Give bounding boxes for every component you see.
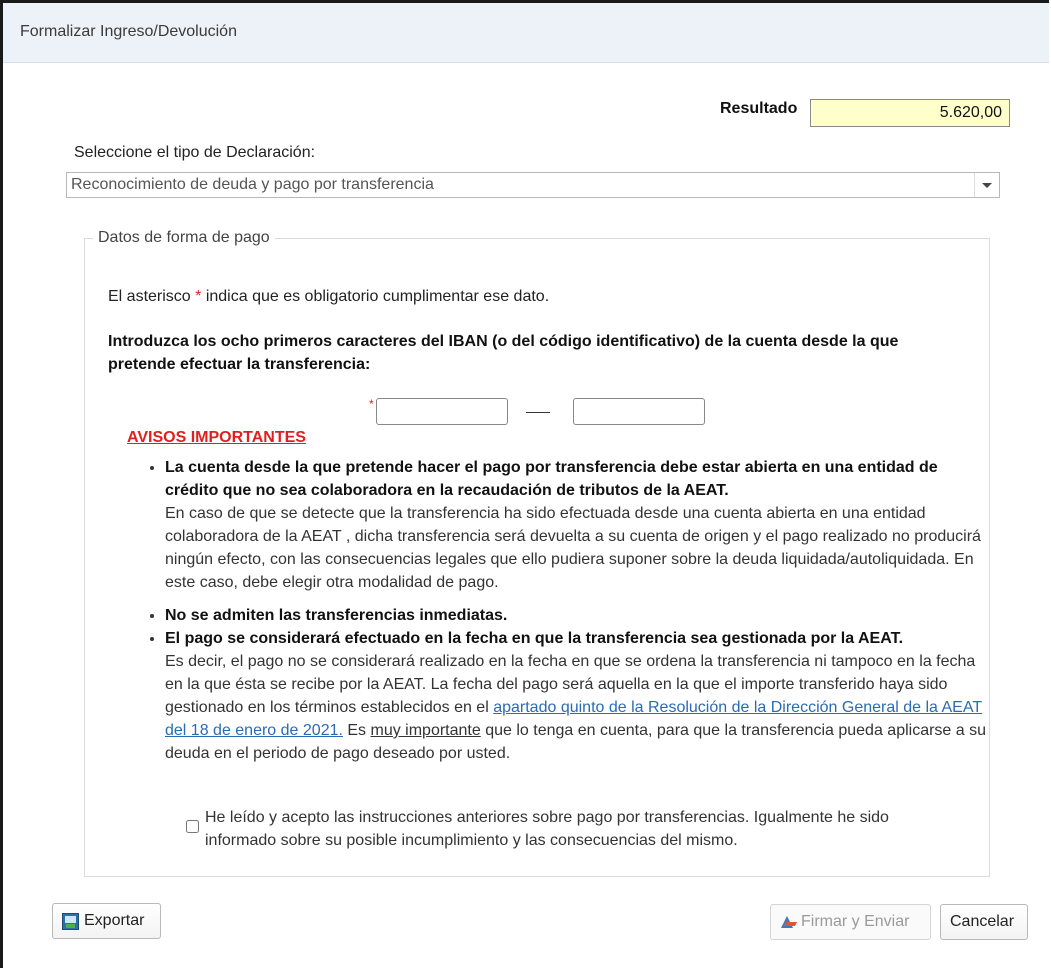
aviso3-emphasis: muy importante	[370, 722, 481, 739]
aviso-item-cuenta: La cuenta desde la que pretende hacer el…	[165, 456, 995, 594]
iban-instruction: Introduzca los ocho primeros caracteres …	[108, 333, 899, 373]
avisos-list: La cuenta desde la que pretende hacer el…	[145, 456, 995, 765]
aviso-item-fecha: El pago se considerará efectuado en la f…	[165, 627, 995, 765]
firmar-enviar-button[interactable]: Firmar y Enviar	[770, 904, 931, 940]
firmar-label: Firmar y Enviar	[801, 913, 910, 930]
iban-required-asterisk: *	[369, 397, 374, 411]
avisos-title: AVISOS IMPORTANTES	[127, 429, 306, 446]
cancelar-label: Cancelar	[950, 913, 1015, 930]
aviso1-text: En caso de que se detecte que la transfe…	[165, 505, 981, 591]
iban-input-part2[interactable]	[573, 398, 705, 425]
accept-instructions-label[interactable]: He leído y acepto las instrucciones ante…	[205, 806, 956, 852]
aviso3-text-2: Es	[342, 722, 371, 739]
aviso3-heading: El pago se considerará efectuado en la f…	[165, 630, 904, 647]
cancelar-button[interactable]: Cancelar	[940, 904, 1028, 940]
export-icon	[62, 912, 79, 930]
resultado-value: 5.620,00	[810, 99, 1010, 127]
dialog-titlebar: Formalizar Ingreso/Devolución	[3, 3, 1049, 63]
exportar-button[interactable]: Exportar	[52, 903, 161, 939]
aviso2-heading: No se admiten las transferencias inmedia…	[165, 607, 508, 624]
accept-instructions-checkbox[interactable]	[186, 820, 199, 833]
aviso-item-inmediatas: No se admiten las transferencias inmedia…	[165, 604, 995, 627]
resultado-label: Resultado	[720, 100, 798, 117]
iban-separator	[526, 412, 550, 413]
asterisk-note-text-2: indica que es obligatorio cumplimentar e…	[201, 288, 550, 305]
accept-instructions-row: He leído y acepto las instrucciones ante…	[186, 806, 956, 852]
declaracion-selected-value: Reconocimiento de deuda y pago por trans…	[71, 176, 434, 193]
asterisk-note: El asterisco * indica que es obligatorio…	[108, 288, 549, 306]
dialog-title: Formalizar Ingreso/Devolución	[20, 23, 237, 40]
signature-icon	[780, 915, 796, 929]
declaracion-select[interactable]: Reconocimiento de deuda y pago por trans…	[66, 172, 1000, 198]
aviso1-heading: La cuenta desde la que pretende hacer el…	[165, 459, 938, 499]
exportar-label: Exportar	[84, 912, 145, 929]
chevron-down-icon[interactable]	[974, 173, 999, 197]
asterisk-note-text-1: El asterisco	[108, 288, 196, 305]
iban-input-part1[interactable]	[376, 398, 508, 425]
forma-pago-legend: Datos de forma de pago	[98, 229, 270, 246]
declaracion-label: Seleccione el tipo de Declaración:	[74, 144, 316, 161]
